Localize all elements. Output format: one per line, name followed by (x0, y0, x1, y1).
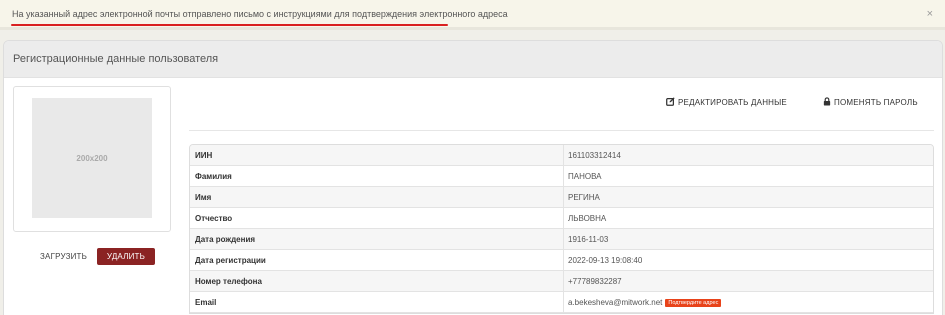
row-value: 161103312414 (564, 145, 933, 165)
edit-data-label: РЕДАКТИРОВАТЬ ДАННЫЕ (678, 98, 787, 107)
table-row: Имя РЕГИНА (190, 187, 933, 208)
row-value: РЕГИНА (564, 187, 933, 207)
row-label: Email (190, 292, 564, 312)
row-label: Номер телефона (190, 271, 564, 291)
edit-data-button[interactable]: РЕДАКТИРОВАТЬ ДАННЫЕ (666, 97, 787, 108)
user-info-table: ИИН 161103312414 Фамилия ПАНОВА Имя РЕГИ… (189, 144, 934, 314)
panel-title: Регистрационные данные пользователя (13, 53, 219, 65)
row-label: Фамилия (190, 166, 564, 186)
table-row: Дата рождения 1916-11-03 (190, 229, 933, 250)
table-row: Отчество ЛЬВОВНА (190, 208, 933, 229)
row-value-text: 2022-09-13 19:08:40 (568, 256, 643, 265)
row-label: Дата рождения (190, 229, 564, 249)
avatar-placeholder-text: 200x200 (76, 153, 108, 163)
row-value-text: РЕГИНА (568, 193, 600, 202)
row-value-text: +77789832287 (568, 277, 622, 286)
row-value-text: 161103312414 (568, 151, 621, 160)
edit-icon (666, 97, 675, 108)
alert-message: На указанный адрес электронной почты отп… (12, 9, 508, 19)
confirm-email-badge[interactable]: Подтвердите адрес (665, 299, 722, 307)
lock-icon (823, 97, 831, 108)
table-row: Номер телефона +77789832287 (190, 271, 933, 292)
row-label: Дата регистрации (190, 250, 564, 270)
panel-header: Регистрационные данные пользователя (4, 41, 942, 78)
avatar-container: 200x200 (13, 86, 171, 232)
email-value: a.bekesheva@mitwork.net (568, 298, 663, 307)
table-row: ИИН 161103312414 (190, 145, 933, 166)
divider (189, 130, 934, 131)
avatar: 200x200 (32, 98, 152, 218)
alert-banner: На указанный адрес электронной почты отп… (0, 0, 945, 30)
row-value: a.bekesheva@mitwork.net Подтвердите адре… (564, 292, 933, 312)
row-label: Отчество (190, 208, 564, 228)
upload-button[interactable]: ЗАГРУЗИТЬ (40, 252, 87, 261)
user-registration-panel: Регистрационные данные пользователя 200x… (3, 40, 943, 315)
row-value: ЛЬВОВНА (564, 208, 933, 228)
row-value-text: ЛЬВОВНА (568, 214, 607, 223)
table-row: Дата регистрации 2022-09-13 19:08:40 (190, 250, 933, 271)
row-label: ИИН (190, 145, 564, 165)
row-value-text: ПАНОВА (568, 172, 602, 181)
close-icon[interactable]: × (927, 8, 933, 20)
row-value: +77789832287 (564, 271, 933, 291)
row-value-text: 1916-11-03 (568, 235, 609, 244)
row-value: 2022-09-13 19:08:40 (564, 250, 933, 270)
row-value: ПАНОВА (564, 166, 933, 186)
alert-underline (11, 24, 448, 26)
row-label: Имя (190, 187, 564, 207)
table-row: Email a.bekesheva@mitwork.net Подтвердит… (190, 292, 933, 313)
delete-button[interactable]: УДАЛИТЬ (97, 248, 155, 265)
table-row: Фамилия ПАНОВА (190, 166, 933, 187)
row-value: 1916-11-03 (564, 229, 933, 249)
change-password-button[interactable]: ПОМЕНЯТЬ ПАРОЛЬ (823, 97, 918, 108)
change-password-label: ПОМЕНЯТЬ ПАРОЛЬ (834, 98, 918, 107)
delete-button-label: УДАЛИТЬ (106, 252, 146, 261)
